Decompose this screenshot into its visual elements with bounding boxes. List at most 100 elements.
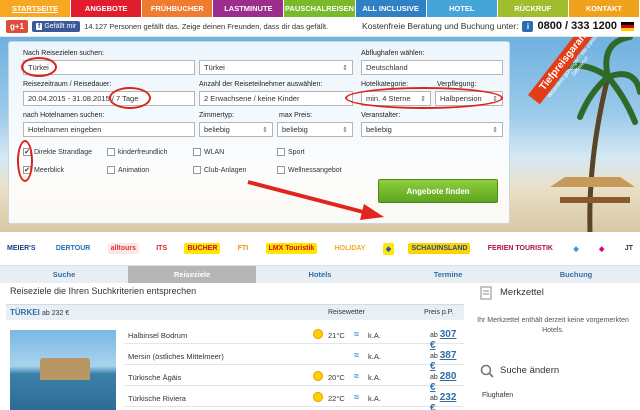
water-temperature: k.A. — [368, 331, 381, 340]
search-icon — [480, 364, 494, 378]
airport-label: Flughafen — [482, 392, 514, 399]
destination-select[interactable]: Türkei — [199, 60, 353, 75]
results-section: Reiseziele die Ihren Suchkriterien entsp… — [6, 268, 464, 410]
nav-item[interactable]: PAUSCHALREISEN — [284, 0, 356, 17]
checkbox-box[interactable]: ✔ — [23, 166, 31, 174]
category-select[interactable]: min. 4 Sterne — [361, 91, 431, 106]
merkzettel-text: Ihr Merkzettel enthält derzeit keine vor… — [477, 317, 629, 334]
destination-name[interactable]: Mersin (östliches Mittelmeer) — [128, 352, 224, 361]
partner-logo[interactable]: ◆ — [596, 242, 608, 255]
partner-logos: MEIER'S DERTOUR alltours ITS BUCHER FTI LMX To… — [0, 232, 640, 266]
facebook-like-text: 14.127 Personen gefällt das. Zeige deine… — [84, 22, 329, 31]
checkbox-box[interactable] — [277, 166, 285, 174]
find-offers-button[interactable]: Angebote finden — [378, 179, 498, 203]
nav-item[interactable]: STARTSEITE — [0, 0, 72, 17]
hotline-number[interactable]: 0800 / 333 1200 — [537, 20, 617, 32]
nav-item[interactable]: ANGEBOTE — [71, 0, 143, 17]
result-row[interactable]: Türkische Ägäis 20°C ≈ k.A. ab 280 € — [124, 368, 464, 393]
price-value[interactable]: 232 € — [430, 392, 456, 410]
sun-icon — [312, 370, 324, 382]
air-temperature: 20°C — [328, 373, 345, 382]
destination-image — [10, 330, 116, 410]
checkbox-box[interactable] — [107, 166, 115, 174]
partner-logo[interactable]: FERIEN TOURISTIK — [484, 243, 556, 254]
google-plus-button[interactable]: g+1 — [6, 20, 29, 33]
partner-logo[interactable]: BUCHER — [184, 243, 221, 254]
weather-column-header: Reisewetter — [328, 309, 365, 316]
nav-item[interactable]: ALL INCLUSIVE — [355, 0, 427, 17]
destination-label: Nach Reisezielen suchen: — [23, 50, 104, 57]
checkbox-seaview[interactable]: ✔ Meerblick — [23, 166, 64, 174]
partner-logo[interactable]: SCHAUINSLAND — [408, 243, 471, 254]
roomtype-select[interactable]: beliebig — [199, 122, 273, 137]
departure-input[interactable]: Deutschland — [361, 60, 503, 75]
checkbox-club[interactable]: Club-Anlagen — [193, 166, 246, 174]
checkbox-kids[interactable]: kinderfreundlich — [107, 148, 167, 156]
destination-name[interactable]: Halbinsel Bodrum — [128, 331, 187, 340]
checkbox-box[interactable] — [193, 166, 201, 174]
period-input[interactable]: 20.04.2015 - 31.08.2015 / 7 Tage — [23, 91, 195, 106]
partner-logo[interactable]: DERTOUR — [52, 243, 94, 254]
water-temperature: k.A. — [368, 373, 381, 382]
social-bar: g+1 f Gefällt mir 14.127 Personen gefällt… — [0, 17, 640, 37]
partner-logo[interactable]: alltours — [107, 243, 139, 254]
country-header[interactable]: TÜRKEI ab 232 € Reisewetter Preis p.P. — [6, 304, 464, 320]
partner-logo[interactable]: MEIER'S — [4, 243, 39, 254]
castle-shape — [40, 358, 90, 380]
water-wave-icon: ≈ — [354, 371, 359, 381]
nav-item[interactable]: LASTMINUTE — [213, 0, 285, 17]
nav-item[interactable]: FRÜHBUCHER — [142, 0, 214, 17]
partner-logo[interactable]: ◆ — [570, 242, 582, 255]
destination-input[interactable]: Türkei — [23, 60, 195, 75]
checkbox-box[interactable] — [193, 148, 201, 156]
water-temperature: k.A. — [368, 352, 381, 361]
result-row[interactable]: Halbinsel Bodrum 21°C ≈ k.A. ab 307 € — [124, 326, 464, 351]
country-name[interactable]: TÜRKEI ab 232 € — [10, 308, 69, 317]
nav-item[interactable]: HOTEL — [426, 0, 498, 17]
hotelname-label: nach Hotelnamen suchen: — [23, 112, 105, 119]
maxprice-select[interactable]: beliebig — [277, 122, 353, 137]
organizer-label: Veranstalter: — [361, 112, 401, 119]
checkbox-animation[interactable]: Animation — [107, 166, 149, 174]
partner-logo[interactable]: LMX Touristik — [265, 243, 318, 254]
beach-palm-image — [547, 37, 640, 232]
hotline-label: Kostenfreie Beratung und Buchung unter: — [362, 21, 519, 31]
result-row[interactable]: Türkische Riviera 22°C ≈ k.A. ab 232 € — [124, 389, 464, 410]
checkbox-wlan[interactable]: WLAN — [193, 148, 224, 156]
water-wave-icon: ≈ — [354, 350, 359, 360]
price[interactable]: ab 232 € — [430, 392, 464, 410]
german-flag-icon[interactable] — [621, 21, 634, 31]
air-temperature: 21°C — [328, 331, 345, 340]
partner-logo[interactable]: ◆ — [382, 242, 395, 255]
organizer-select[interactable]: beliebig — [361, 122, 503, 137]
partner-logo[interactable]: FTI — [234, 243, 252, 254]
partner-logo[interactable]: ITS — [153, 243, 171, 254]
destination-name[interactable]: Türkische Riviera — [128, 394, 186, 403]
price-column-header: Preis p.P. — [424, 309, 454, 316]
travelers-label: Anzahl der Reiseteilnehmer auswählen: — [199, 81, 323, 88]
hotline: Kostenfreie Beratung und Buchung unter: … — [362, 20, 634, 32]
checkbox-wellness[interactable]: Wellnessangebot — [277, 166, 342, 174]
board-select[interactable]: Halbpension — [435, 91, 503, 106]
result-row[interactable]: Mersin (östliches Mittelmeer) ≈ k.A. ab 387… — [124, 347, 464, 372]
checkbox-beach[interactable]: ✔ Direkte Strandlage — [23, 148, 92, 156]
board-label: Verpflegung: — [437, 81, 477, 88]
hotelname-input[interactable]: Hotelnamen eingeben — [23, 122, 195, 137]
checkbox-sport[interactable]: Sport — [277, 148, 305, 156]
water-temperature: k.A. — [368, 394, 381, 403]
travelers-input[interactable]: 2 Erwachsene / keine Kinder — [199, 91, 353, 106]
checkbox-box[interactable]: ✔ — [23, 148, 31, 156]
nav-item[interactable]: RÜCKRUF — [497, 0, 569, 17]
facebook-icon: f — [36, 23, 43, 30]
nav-item[interactable]: KONTAKT — [568, 0, 640, 17]
water-wave-icon: ≈ — [354, 392, 359, 402]
facebook-like-button[interactable]: f Gefällt mir — [32, 21, 81, 32]
checkbox-box[interactable] — [107, 148, 115, 156]
category-label: Hotelkategorie: — [361, 81, 409, 88]
info-icon[interactable]: i — [522, 20, 534, 32]
hero-search-area: Nach Reisezielen suchen: Türkei Türkei A… — [0, 37, 640, 232]
partner-logo[interactable]: HOLIDAY — [331, 243, 369, 254]
checkbox-box[interactable] — [277, 148, 285, 156]
destination-name[interactable]: Türkische Ägäis — [128, 373, 181, 382]
partner-logo[interactable]: JT — [621, 243, 636, 254]
